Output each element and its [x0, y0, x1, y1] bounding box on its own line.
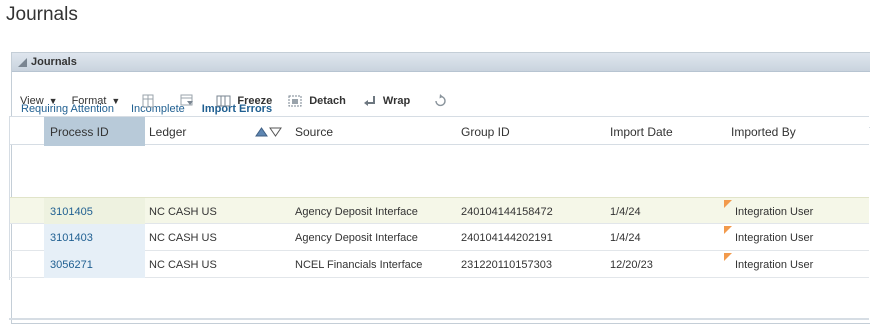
- header-imported-by-label: Imported By: [731, 124, 796, 139]
- source-cell: Agency Deposit Interface: [295, 205, 418, 218]
- process-id-cell: 3056271: [44, 251, 145, 278]
- header-imported-by[interactable]: Imported By: [731, 117, 861, 146]
- import-date-cell: 1/4/24: [610, 231, 641, 244]
- group-id-cell: 240104144158472: [461, 205, 553, 218]
- table-toolbar: View ▼ Format ▼ Freeze Detach Wrap: [20, 92, 467, 110]
- refresh-button[interactable]: [432, 94, 453, 108]
- panel-title: Journals: [31, 56, 77, 68]
- header-process-id[interactable]: Process ID: [44, 117, 145, 146]
- ledger-cell: NC CASH US: [149, 205, 217, 218]
- table-left-border: [9, 116, 10, 280]
- freeze-button[interactable]: Freeze: [216, 94, 272, 108]
- table-header: Process ID Ledger Source Group ID Import…: [9, 116, 869, 146]
- header-import-date-label: Import Date: [610, 124, 673, 139]
- page-title: Journals: [6, 4, 78, 25]
- freeze-icon: [216, 95, 231, 107]
- view-menu-button[interactable]: View ▼: [20, 95, 58, 107]
- wrap-icon: [363, 96, 375, 106]
- freeze-label: Freeze: [237, 95, 273, 107]
- process-id-cell: 3101405: [44, 198, 145, 225]
- table-row[interactable]: 3101403 NC CASH US Agency Deposit Interf…: [9, 224, 869, 251]
- header-source-label: Source: [295, 124, 334, 139]
- table-row[interactable]: 3056271 NC CASH US NCEL Financials Inter…: [9, 251, 869, 278]
- ledger-cell: NC CASH US: [149, 258, 217, 271]
- group-id-cell: 231220110157303: [461, 258, 552, 271]
- chevron-down-icon: ▼: [111, 96, 121, 106]
- process-id-link[interactable]: 3056271: [50, 259, 93, 271]
- sort-controls: [255, 117, 285, 146]
- view-menu-label: View: [20, 95, 44, 107]
- sort-arrows-icon[interactable]: [255, 126, 283, 137]
- filter-table-icon: [180, 94, 194, 106]
- chevron-down-icon: ▼: [48, 96, 58, 106]
- note-flag-icon: [724, 253, 732, 261]
- import-date-cell: 1/4/24: [610, 205, 641, 218]
- header-source[interactable]: Source: [295, 117, 455, 146]
- refresh-icon: [435, 94, 446, 107]
- detach-label: Detach: [309, 95, 346, 107]
- source-cell: Agency Deposit Interface: [295, 231, 418, 244]
- header-group-id[interactable]: Group ID: [461, 117, 601, 146]
- detach-button[interactable]: Detach: [288, 94, 346, 108]
- detach-icon: [288, 95, 302, 107]
- imported-by-cell: Integration User: [735, 231, 814, 244]
- process-id-link[interactable]: 3101403: [50, 232, 93, 244]
- source-cell: NCEL Financials Interface: [295, 258, 423, 271]
- query-by-example-button[interactable]: [179, 94, 200, 108]
- table-row[interactable]: 3101405 NC CASH US Agency Deposit Interf…: [9, 197, 869, 225]
- wrap-label: Wrap: [382, 95, 411, 107]
- table-bottom-scrollbar[interactable]: [9, 318, 869, 320]
- imported-by-cell: Integration User: [735, 258, 814, 271]
- panel-header[interactable]: Journals: [12, 53, 870, 72]
- header-group-id-label: Group ID: [461, 124, 510, 139]
- format-menu-button[interactable]: Format ▼: [72, 95, 121, 107]
- wrap-button[interactable]: Wrap: [362, 94, 410, 108]
- note-flag-icon: [724, 200, 732, 208]
- collapse-triangle-icon[interactable]: [18, 57, 27, 67]
- note-flag-icon: [724, 226, 732, 234]
- imported-by-cell: Integration User: [735, 205, 814, 218]
- ledger-cell: NC CASH US: [149, 231, 217, 244]
- columns-icon: [142, 94, 154, 108]
- import-date-cell: 12/20/23: [610, 258, 653, 271]
- column-layout-button[interactable]: [140, 94, 161, 108]
- process-id-link[interactable]: 3101405: [50, 206, 93, 218]
- process-id-cell: 3101403: [44, 224, 145, 251]
- format-menu-label: Format: [71, 95, 107, 107]
- header-ledger-label: Ledger: [149, 124, 187, 139]
- header-process-id-label: Process ID: [50, 124, 109, 139]
- header-import-date[interactable]: Import Date: [610, 117, 720, 146]
- group-id-cell: 240104144202191: [461, 231, 553, 244]
